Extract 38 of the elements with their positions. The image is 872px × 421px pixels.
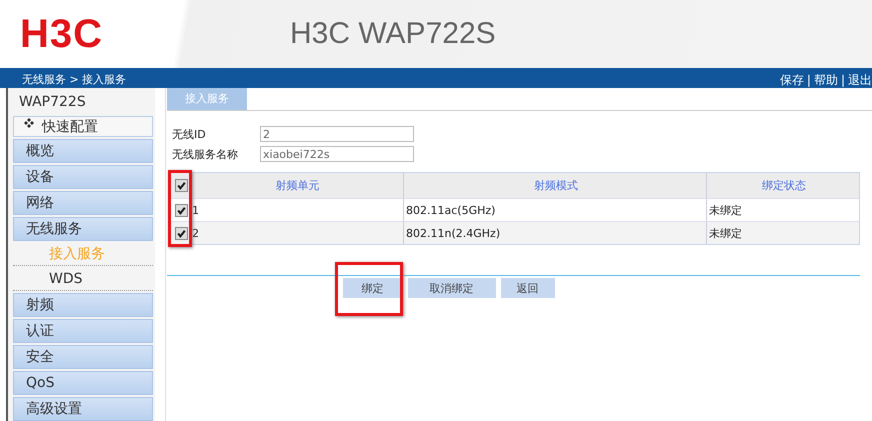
- logo: H3C: [19, 11, 104, 58]
- checkbox[interactable]: [175, 179, 188, 192]
- menu-item[interactable]: 安全: [13, 345, 153, 369]
- field-label: 无线服务名称: [172, 146, 239, 162]
- input-field[interactable]: 2: [260, 126, 414, 142]
- table-cell: 未绑定: [709, 226, 742, 240]
- action-button[interactable]: 取消绑定: [408, 278, 496, 298]
- checkbox[interactable]: [175, 226, 188, 240]
- menu-item[interactable]: QoS: [13, 371, 153, 395]
- nav-link[interactable]: 保存: [780, 72, 804, 88]
- column-header: 射频单元: [274, 178, 320, 193]
- nav-link[interactable]: 帮助: [814, 72, 838, 88]
- checkbox[interactable]: [175, 204, 188, 216]
- menu-item[interactable]: 无线服务: [13, 217, 153, 241]
- table-cell: 1: [192, 204, 199, 216]
- diamond-icon: [24, 118, 34, 128]
- input-field[interactable]: xiaobei722s: [260, 146, 414, 162]
- separator: |: [840, 72, 845, 88]
- table-cell: 2: [192, 226, 199, 240]
- breadcrumb: 无线服务 > 接入服务: [22, 72, 126, 88]
- table-cell: 802.11n(2.4GHz): [406, 226, 500, 240]
- menu-item[interactable]: 设备: [13, 165, 153, 189]
- menu-item[interactable]: 概览: [13, 139, 153, 163]
- action-button[interactable]: 返回: [500, 278, 554, 298]
- field-label: 无线ID: [172, 126, 207, 142]
- table-cell: 802.11ac(5GHz): [406, 204, 496, 216]
- table-cell: 未绑定: [709, 202, 742, 218]
- separator: |: [806, 72, 811, 88]
- menu-item[interactable]: 认证: [13, 319, 153, 343]
- menu-item[interactable]: 射频: [13, 293, 153, 317]
- device-name: WAP722S: [18, 93, 87, 112]
- submenu-item[interactable]: WDS: [13, 268, 153, 291]
- device-title: H3C WAP722S: [290, 17, 496, 51]
- menu-item[interactable]: 网络: [13, 191, 153, 215]
- nav-link[interactable]: 退出: [848, 72, 872, 88]
- highlight-frame: [334, 262, 402, 316]
- menu-item[interactable]: 快速配置: [13, 116, 153, 137]
- menu-item[interactable]: 高级设置: [13, 397, 153, 421]
